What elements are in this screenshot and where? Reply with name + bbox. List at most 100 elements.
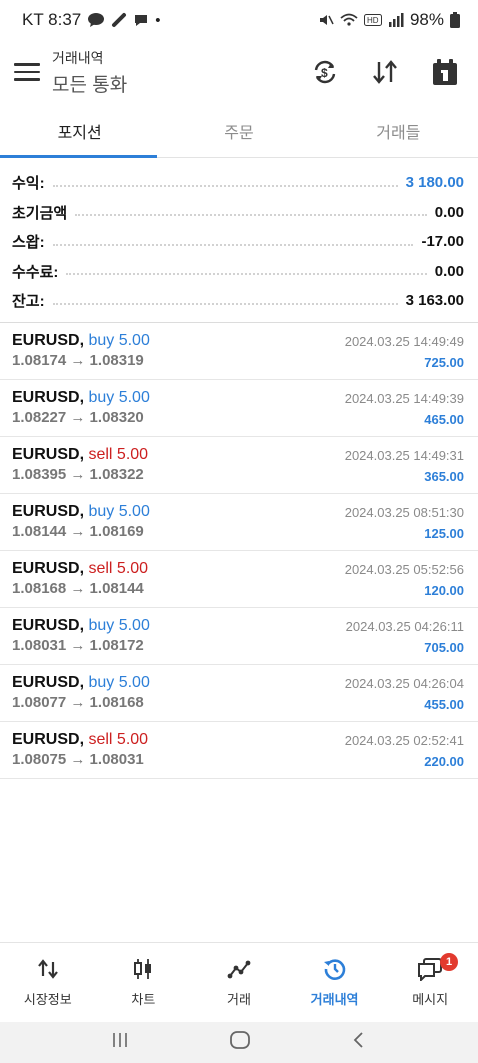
nav-label: 시장정보 (23, 992, 72, 1007)
trade-line-icon (227, 957, 251, 981)
trade-title: EURUSD, sell 5.00 (12, 560, 148, 578)
recent-apps-icon (112, 1033, 127, 1047)
trade-time: 2024.03.25 08:51:30 (344, 504, 464, 520)
trade-left: EURUSD, buy 5.00 1.08077 → 1.08168 (12, 674, 150, 721)
trade-side: buy 5.00 (88, 388, 150, 406)
history-icon (323, 957, 347, 981)
nav-quotes[interactable]: 시장정보 (0, 943, 96, 1022)
trade-row[interactable]: EURUSD, buy 5.00 1.08077 → 1.08168 2024.… (0, 665, 478, 722)
mute-icon (319, 15, 334, 25)
trade-right: 2024.03.25 14:49:39 465.00 (345, 389, 464, 436)
more-notifications-icon: • (155, 11, 161, 29)
trade-title: EURUSD, buy 5.00 (12, 503, 150, 521)
trade-right: 2024.03.25 04:26:11 705.00 (346, 617, 464, 664)
quotes-icon (37, 957, 59, 981)
summary-label: 수익: (12, 175, 45, 193)
trade-row[interactable]: EURUSD, buy 5.00 1.08031 → 1.08172 2024.… (0, 608, 478, 665)
trade-right: 2024.03.25 05:52:56 120.00 (345, 560, 464, 607)
trade-profit: 365.00 (424, 468, 464, 484)
recent-apps-button[interactable] (110, 1031, 130, 1054)
currency-filter[interactable]: 모든 통화 (52, 70, 310, 97)
trade-symbol: EURUSD, (12, 502, 85, 520)
trade-left: EURUSD, buy 5.00 1.08227 → 1.08320 (12, 389, 150, 436)
trade-list: EURUSD, buy 5.00 1.08174 → 1.08319 2024.… (0, 323, 478, 779)
trade-symbol: EURUSD, (12, 730, 85, 748)
talk-notification-icon (88, 13, 105, 27)
header-actions: $ (310, 57, 464, 87)
trade-time: 2024.03.25 02:52:41 (344, 732, 464, 748)
trade-title: EURUSD, buy 5.00 (12, 674, 150, 692)
dotted-leader (75, 214, 427, 217)
account-summary: 수익: 3 180.00 초기금액 0.00 스왑: -17.00 수수료: 0… (0, 158, 478, 323)
trade-symbol: EURUSD, (12, 445, 85, 463)
nav-messages[interactable]: 1 메시지 (382, 943, 478, 1022)
calendar-button[interactable] (430, 57, 460, 87)
trade-left: EURUSD, sell 5.00 1.08395 → 1.08322 (12, 446, 148, 493)
trade-symbol: EURUSD, (12, 559, 85, 577)
nav-trade[interactable]: 거래 (191, 943, 287, 1022)
trade-right: 2024.03.25 14:49:31 365.00 (345, 446, 464, 493)
trade-profit: 125.00 (424, 525, 464, 541)
hamburger-menu-icon[interactable] (14, 63, 40, 81)
trade-prices: 1.08144 → 1.08169 (12, 522, 144, 540)
trade-profit: 120.00 (424, 582, 464, 598)
trade-side: sell 5.00 (88, 559, 149, 577)
trade-symbol: EURUSD, (12, 673, 85, 691)
tab-positions[interactable]: 포지션 (0, 104, 159, 157)
status-left: KT 8:37 • (22, 10, 161, 30)
nav-label: 차트 (131, 992, 156, 1007)
dotted-leader (66, 273, 427, 276)
tab-deals[interactable]: 거래들 (319, 104, 478, 157)
trade-row[interactable]: EURUSD, sell 5.00 1.08075 → 1.08031 2024… (0, 722, 478, 779)
trade-title: EURUSD, sell 5.00 (12, 446, 148, 464)
nav-label: 메시지 (412, 992, 449, 1007)
status-right: HD 98% (318, 10, 460, 30)
header-titles: 거래내역 모든 통화 (52, 48, 310, 97)
trade-symbol: EURUSD, (12, 616, 85, 634)
nav-chart[interactable]: 차트 (96, 943, 192, 1022)
trade-time: 2024.03.25 14:49:49 (344, 333, 464, 349)
trade-left: EURUSD, sell 5.00 1.08075 → 1.08031 (12, 731, 148, 778)
dotted-leader (52, 302, 398, 305)
tab-orders[interactable]: 주문 (159, 104, 318, 157)
trade-left: EURUSD, buy 5.00 1.08144 → 1.08169 (12, 503, 150, 550)
sort-button[interactable] (370, 57, 400, 87)
nav-history[interactable]: 거래내역 (287, 943, 383, 1022)
trade-title: EURUSD, sell 5.00 (12, 731, 148, 749)
summary-label: 수수료: (12, 263, 59, 281)
trade-title: EURUSD, buy 5.00 (12, 332, 150, 350)
back-button[interactable] (350, 1030, 368, 1055)
sort-icon (373, 60, 397, 84)
trade-left: EURUSD, buy 5.00 1.08174 → 1.08319 (12, 332, 150, 379)
trade-prices: 1.08227 → 1.08320 (12, 408, 144, 426)
trade-symbol: EURUSD, (12, 331, 85, 349)
trade-row[interactable]: EURUSD, buy 5.00 1.08174 → 1.08319 2024.… (0, 323, 478, 380)
candlestick-icon (132, 957, 154, 981)
summary-row-deposit: 초기금액 0.00 (12, 198, 464, 228)
trade-profit: 705.00 (424, 639, 464, 655)
dotted-leader (52, 184, 398, 187)
trade-time: 2024.03.25 04:26:11 (345, 618, 464, 634)
svg-text:HD: HD (367, 16, 379, 25)
trade-time: 2024.03.25 04:26:04 (344, 675, 464, 691)
trade-profit: 455.00 (424, 696, 464, 712)
trade-side: sell 5.00 (88, 445, 149, 463)
carrier-time: KT 8:37 (22, 10, 82, 29)
trade-prices: 1.08174 → 1.08319 (12, 351, 144, 369)
back-icon (354, 1032, 363, 1048)
trade-row[interactable]: EURUSD, buy 5.00 1.08144 → 1.08169 2024.… (0, 494, 478, 551)
home-button[interactable] (229, 1030, 251, 1055)
svg-text:$: $ (321, 66, 328, 80)
trade-row[interactable]: EURUSD, buy 5.00 1.08227 → 1.08320 2024.… (0, 380, 478, 437)
signal-icon (388, 13, 404, 27)
trade-right: 2024.03.25 02:52:41 220.00 (345, 731, 464, 778)
trade-row[interactable]: EURUSD, sell 5.00 1.08395 → 1.08322 2024… (0, 437, 478, 494)
trade-side: buy 5.00 (88, 616, 150, 634)
currency-exchange-button[interactable]: $ (310, 57, 340, 87)
trade-prices: 1.08031 → 1.08172 (12, 636, 144, 654)
trade-row[interactable]: EURUSD, sell 5.00 1.08168 → 1.08144 2024… (0, 551, 478, 608)
summary-label: 초기금액 (12, 204, 68, 222)
system-navigation-bar (0, 1022, 478, 1063)
status-bar: KT 8:37 • HD 98% (0, 0, 478, 40)
trade-prices: 1.08075 → 1.08031 (12, 750, 144, 768)
